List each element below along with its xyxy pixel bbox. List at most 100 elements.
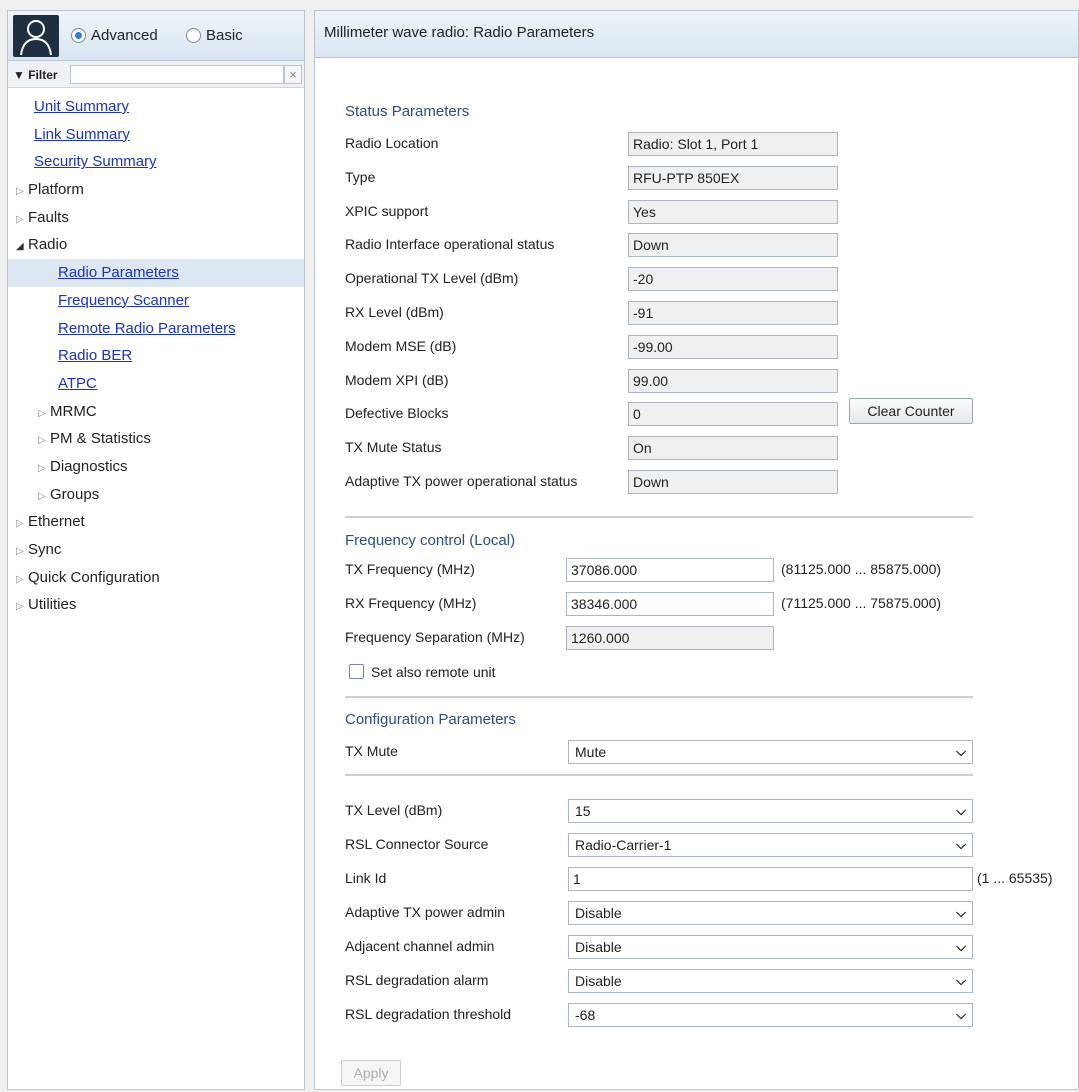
status-value: On (628, 436, 838, 461)
rsl-source-value: Radio-Carrier-1 (575, 837, 672, 853)
chevron-down-icon: ⌵ (956, 973, 966, 988)
nav-item-security-summary[interactable]: Security Summary (8, 148, 304, 176)
rsl-source-select[interactable]: Radio-Carrier-1 ⌵ (568, 833, 973, 857)
nav-item-label: Groups (50, 485, 100, 503)
adaptive-tx-select[interactable]: Disable ⌵ (568, 901, 973, 925)
nav-item-label: Quick Configuration (28, 568, 160, 586)
status-label: TX Mute Status (345, 439, 442, 456)
rx-frequency-range: (71125.000 ... 75875.000) (781, 595, 942, 611)
nav-item-groups[interactable]: ▷ Groups (8, 481, 304, 509)
mode-advanced-radio[interactable]: Advanced (71, 27, 158, 44)
frequency-separation-label: Frequency Separation (MHz) (345, 629, 525, 645)
status-section-title: Status Parameters (345, 103, 470, 120)
collapsed-arrow-icon[interactable]: ▷ (16, 566, 28, 594)
nav-item-quick-configuration[interactable]: ▷ Quick Configuration (8, 564, 304, 592)
mode-basic-radio[interactable]: Basic (186, 27, 243, 44)
config-section-title: Configuration Parameters (345, 711, 516, 728)
nav-item-faults[interactable]: ▷ Faults (8, 204, 304, 232)
user-icon[interactable] (13, 15, 59, 57)
nav-item-label: PM & Statistics (50, 430, 151, 448)
rsl-alarm-select[interactable]: Disable ⌵ (568, 969, 973, 993)
nav-item-label: Ethernet (28, 513, 85, 531)
tx-mute-value: Mute (575, 744, 607, 760)
status-value: Radio: Slot 1, Port 1 (628, 132, 838, 156)
status-value: 0 (628, 402, 838, 427)
mode-advanced-label: Advanced (91, 27, 158, 44)
filter-clear-button[interactable]: × (284, 65, 302, 84)
nav-item-link-summary[interactable]: Link Summary (8, 121, 304, 149)
nav-item-radio[interactable]: ◢ Radio (8, 231, 304, 259)
status-label: Radio Location (345, 135, 439, 151)
filter-label: ▼ Filter (13, 68, 58, 82)
tx-level-label: TX Level (dBm) (345, 802, 443, 818)
collapsed-arrow-icon[interactable]: ▷ (38, 483, 50, 511)
nav-item-label: Frequency Scanner (58, 291, 189, 309)
nav-item-unit-summary[interactable]: Unit Summary (8, 93, 304, 121)
clear-counter-button[interactable]: Clear Counter (849, 398, 973, 424)
collapsed-arrow-icon[interactable]: ▷ (16, 593, 28, 621)
status-label: XPIC support (345, 202, 429, 219)
status-label: Modem MSE (dB) (345, 337, 457, 354)
chevron-down-icon: ⌵ (956, 837, 966, 852)
nav-item-label: Security Summary (34, 153, 157, 171)
set-remote-checkbox[interactable] (349, 664, 364, 679)
filter-input[interactable] (70, 65, 284, 84)
collapsed-arrow-icon[interactable]: ▷ (38, 455, 50, 483)
status-label: Type (345, 168, 376, 185)
nav-item-radio-ber[interactable]: Radio BER (8, 342, 304, 370)
rsl-threshold-select[interactable]: -68 ⌵ (568, 1003, 973, 1027)
nav-item-frequency-scanner[interactable]: Frequency Scanner (8, 287, 304, 315)
link-id-input[interactable]: 1 (568, 867, 973, 891)
frequency-section-title: Frequency control (Local) (345, 532, 516, 549)
nav-item-sync[interactable]: ▷ Sync (8, 536, 304, 564)
expanded-arrow-icon[interactable]: ◢ (16, 233, 28, 261)
tx-frequency-range: (81125.000 ... 85875.000) (781, 561, 942, 577)
tx-mute-select[interactable]: Mute ⌵ (568, 740, 973, 764)
nav-item-utilities[interactable]: ▷ Utilities (8, 591, 304, 619)
nav-item-remote-radio-parameters[interactable]: Remote Radio Parameters (8, 315, 304, 343)
nav-item-diagnostics[interactable]: ▷ Diagnostics (8, 453, 304, 481)
adjacent-channel-select[interactable]: Disable ⌵ (568, 935, 973, 959)
nav-item-mrmc[interactable]: ▷ MRMC (8, 398, 304, 426)
status-value: RFU-PTP 850EX (628, 165, 838, 190)
tx-frequency-label: TX Frequency (MHz) (345, 561, 475, 577)
nav-item-label: Radio Parameters (58, 264, 179, 282)
nav-item-ethernet[interactable]: ▷ Ethernet (8, 508, 304, 536)
nav-item-label: Remote Radio Parameters (58, 319, 236, 337)
nav-item-label: Faults (28, 208, 69, 226)
status-label: Radio Interface operational status (345, 236, 555, 253)
tx-level-value: 15 (575, 803, 591, 819)
status-value: Yes (628, 199, 838, 224)
collapsed-arrow-icon[interactable]: ▷ (16, 510, 28, 538)
status-label: RX Level (dBm) (345, 304, 444, 320)
adjacent-channel-label: Adjacent channel admin (345, 938, 495, 954)
nav-item-atpc[interactable]: ATPC (8, 370, 304, 398)
link-id-label: Link Id (345, 870, 387, 886)
collapsed-arrow-icon[interactable]: ▷ (16, 206, 28, 234)
nav-item-label: Diagnostics (50, 457, 128, 475)
tx-level-select[interactable]: 15 ⌵ (568, 799, 973, 823)
nav-item-platform[interactable]: ▷ Platform (8, 176, 304, 204)
tx-frequency-input[interactable]: 37086.000 (566, 558, 774, 582)
chevron-down-icon: ⌵ (956, 1007, 966, 1022)
rx-frequency-input[interactable]: 38346.000 (566, 592, 774, 616)
adaptive-tx-label: Adaptive TX power admin (345, 904, 506, 920)
content-area: Status Parameters Radio Location Radio: S… (315, 58, 1078, 1089)
collapsed-arrow-icon[interactable]: ▷ (38, 400, 50, 428)
status-value: -91 (628, 301, 838, 325)
nav-item-label: MRMC (50, 402, 97, 420)
status-value: -99.00 (628, 334, 838, 359)
nav-item-label: Link Summary (34, 125, 130, 143)
nav-item-pm-statistics[interactable]: ▷ PM & Statistics (8, 425, 304, 453)
collapsed-arrow-icon[interactable]: ▷ (16, 178, 28, 206)
rx-frequency-label: RX Frequency (MHz) (345, 595, 477, 611)
radio-unselected-icon (186, 28, 201, 43)
rsl-threshold-value: -68 (575, 1007, 596, 1023)
apply-button[interactable]: Apply (341, 1060, 401, 1086)
collapsed-arrow-icon[interactable]: ▷ (16, 538, 28, 566)
status-label: Operational TX Level (dBm) (345, 270, 519, 287)
sidebar-header: Advanced Basic (8, 11, 304, 61)
link-id-range: (1 ... 65535) (977, 870, 1053, 886)
nav-item-radio-parameters[interactable]: Radio Parameters (8, 259, 304, 287)
collapsed-arrow-icon[interactable]: ▷ (38, 427, 50, 455)
